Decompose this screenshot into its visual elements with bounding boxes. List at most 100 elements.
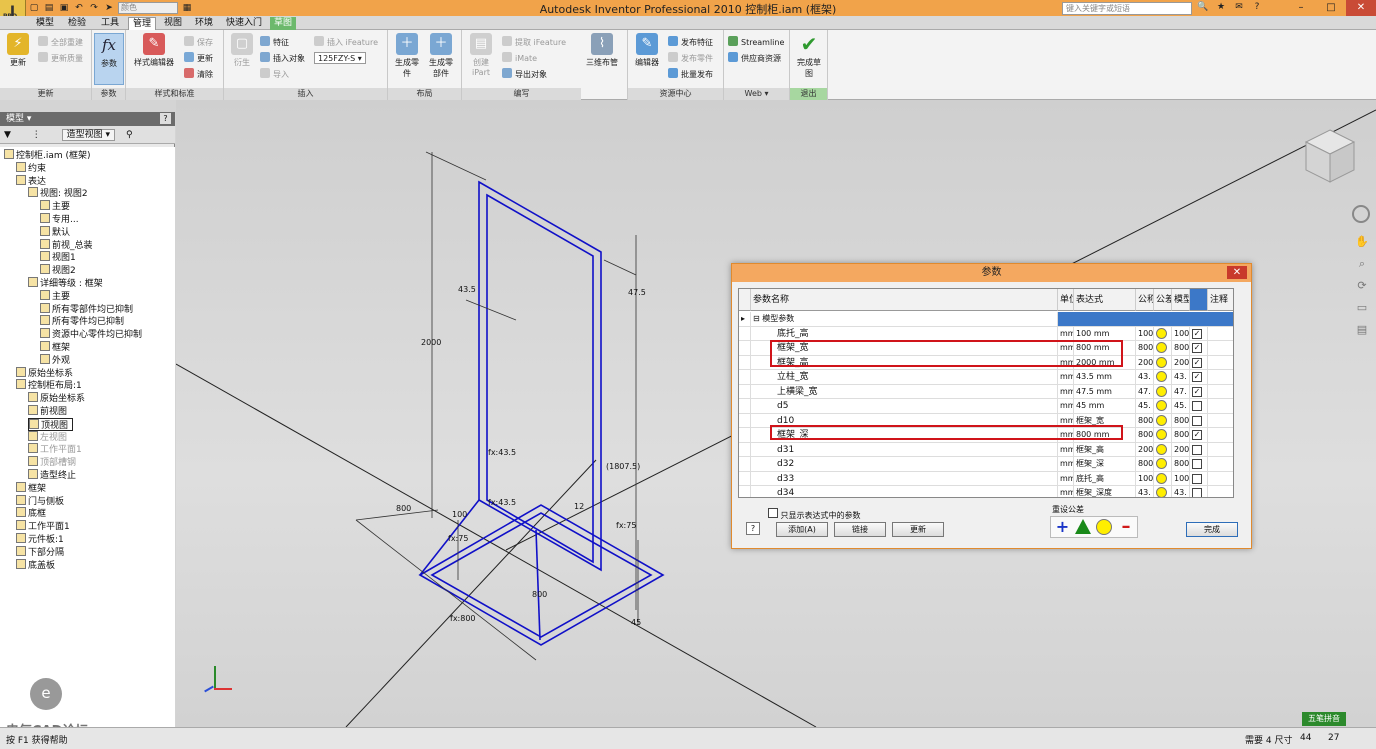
find-icon[interactable]: ⚲ (126, 130, 133, 140)
parameter-row[interactable]: 立柱_宽mm43.5 mm43.43.✓ (739, 370, 1233, 385)
star-icon[interactable]: ★ (1214, 1, 1228, 14)
tree-node[interactable]: 主要 (40, 289, 70, 303)
lower-tolerance-icon[interactable]: – (1117, 518, 1135, 536)
tree-node[interactable]: 主要 (40, 200, 70, 213)
parameter-expression-cell[interactable]: 框架_深 (1074, 457, 1136, 471)
nominal-tolerance-icon[interactable] (1156, 327, 1167, 339)
tree-node[interactable]: 控制柜布局:1 (16, 379, 82, 392)
parameter-row[interactable]: d33mm底托_高100100 (739, 471, 1233, 486)
parameter-row[interactable]: 上横梁_宽mm47.5 mm47.47.✓ (739, 384, 1233, 399)
zoom-icon[interactable]: ⌕ (1352, 253, 1372, 275)
dim-label[interactable]: fx:75 (448, 534, 468, 543)
update-style-button[interactable]: 更新 (184, 52, 213, 64)
median-tolerance-icon[interactable] (1075, 519, 1091, 534)
search-input[interactable]: 键入关键字或短语 (1062, 2, 1192, 15)
dim-label[interactable]: 12 (574, 502, 584, 511)
color-combo[interactable]: 颜色 (118, 2, 178, 14)
nominal-tolerance-icon[interactable] (1156, 400, 1167, 411)
tree-node[interactable]: 专用... (40, 213, 79, 226)
look-at-icon[interactable]: ▭ (1352, 297, 1372, 319)
undo-icon[interactable]: ↶ (73, 2, 85, 14)
tab-manage[interactable]: 管理 (128, 17, 157, 30)
export-checkbox[interactable] (1192, 488, 1202, 497)
parameter-comment-cell[interactable] (1208, 341, 1233, 355)
parameter-comment-cell[interactable] (1208, 443, 1233, 457)
nominal-tolerance-icon[interactable] (1156, 385, 1167, 397)
parameter-comment-cell[interactable] (1208, 385, 1233, 399)
filter-checkbox[interactable]: 只显示表达式中的参数 (768, 506, 861, 521)
view-icon[interactable]: ▤ (1352, 319, 1372, 341)
3d-routing-button[interactable]: ⌇ 三维布管 (582, 33, 622, 68)
parameter-comment-cell[interactable] (1208, 370, 1233, 384)
parameter-comment-cell[interactable] (1208, 399, 1233, 413)
export-checkbox[interactable]: ✓ (1192, 357, 1202, 368)
new-icon[interactable]: ▢ (28, 2, 40, 14)
supplier-content-button[interactable]: 供应商资源 (728, 52, 781, 64)
tree-node[interactable]: 门与侧板 (16, 494, 64, 508)
dim-label[interactable]: 2000 (421, 338, 441, 347)
browser-help-icon[interactable]: ? (160, 113, 171, 124)
parameter-comment-cell[interactable] (1208, 428, 1233, 442)
tree-node[interactable]: 原始坐标系 (16, 366, 73, 380)
publish-part-button[interactable]: 发布零件 (668, 52, 713, 64)
imate-button[interactable]: iMate (502, 52, 537, 64)
upper-tolerance-icon[interactable]: + (1054, 519, 1071, 536)
tree-node[interactable]: 框架 (16, 481, 46, 495)
col-header-nominal[interactable]: 公称 (1136, 289, 1154, 311)
comm-icon[interactable]: ✉ (1232, 1, 1246, 14)
nominal-tolerance-icon[interactable] (1156, 414, 1167, 426)
dim-label[interactable]: fx:75 (616, 521, 636, 530)
view-combo[interactable]: 造型视图 ▾ (61, 129, 116, 141)
tab-environments[interactable]: 环境 (191, 17, 217, 30)
insert-ifeature-button[interactable]: 插入 iFeature (314, 36, 378, 48)
tree-node[interactable]: 顶视图 (28, 417, 74, 431)
dim-label[interactable]: fx:43.5 (488, 448, 516, 457)
pan-icon[interactable]: ✋ (1352, 231, 1372, 253)
nominal-tolerance-icon[interactable] (1156, 356, 1167, 368)
rebuild-all-button[interactable]: 全部重建 (38, 36, 83, 48)
export-checkbox[interactable] (1192, 401, 1202, 411)
update-button[interactable]: 更新 (892, 522, 944, 537)
cc-editor-button[interactable]: ✎ 编辑器 (632, 33, 662, 68)
tab-extra[interactable] (312, 17, 326, 30)
export-object-button[interactable]: 导出对象 (502, 68, 547, 80)
export-checkbox[interactable]: ✓ (1192, 430, 1202, 440)
parameters-button[interactable]: fx 参数 (94, 33, 124, 85)
parameter-expression-cell[interactable]: 底托_高 (1074, 471, 1136, 486)
parameter-comment-cell[interactable] (1208, 457, 1233, 471)
streamline-button[interactable]: Streamline (728, 36, 784, 48)
ifeature-combo[interactable]: 125FZY-S ▾ (314, 52, 366, 64)
parameter-row[interactable]: d31mm框架_高200200 (739, 442, 1233, 457)
viewcube[interactable] (1304, 128, 1356, 184)
done-button[interactable]: 完成 (1186, 522, 1238, 537)
maximize-icon[interactable]: □ (1316, 0, 1346, 16)
tree-node[interactable]: 视图: 视图2 (28, 187, 88, 200)
nominal-tolerance-icon[interactable] (1156, 429, 1167, 440)
tree-node[interactable]: 底框 (16, 507, 46, 520)
ime-badge[interactable]: 五笔拼音 (1302, 712, 1346, 726)
parameter-comment-cell[interactable] (1208, 327, 1233, 341)
parameter-expression-cell[interactable]: 45 mm (1074, 399, 1136, 413)
filter-icon[interactable]: ▼ (4, 130, 11, 140)
binoculars-icon[interactable]: 🔍 (1196, 1, 1210, 14)
create-ipart-button[interactable]: ▤ 创建 iPart (466, 33, 496, 77)
nominal-tolerance-icon[interactable] (1156, 371, 1167, 382)
tree-node[interactable]: 底盖板 (16, 558, 55, 572)
derive-button[interactable]: ▢ 衍生 (227, 33, 257, 68)
parameter-row[interactable]: d5mm45 mm45.45. (739, 399, 1233, 414)
col-header-unit[interactable]: 单位 (1058, 289, 1074, 311)
parameter-expression-cell[interactable]: 47.5 mm (1074, 384, 1136, 399)
tree-node[interactable]: 顶部槽钢 (28, 456, 76, 469)
dim-label[interactable]: 800 (532, 590, 547, 599)
parameter-comment-cell[interactable] (1208, 414, 1233, 428)
tree-node[interactable]: 前视图 (28, 405, 67, 418)
purge-style-button[interactable]: 清除 (184, 68, 213, 80)
group-row-model-params[interactable]: ▸ ⊟ 模型参数 (739, 312, 1233, 327)
tree-node[interactable]: 前视_总装 (40, 238, 93, 252)
export-checkbox[interactable] (1192, 459, 1202, 469)
tree-node[interactable]: 所有零件均已抑制 (40, 315, 124, 328)
tab-tools[interactable]: 工具 (97, 17, 123, 30)
tree-node[interactable]: 视图1 (40, 251, 76, 264)
filter-checkbox-box[interactable] (768, 508, 778, 518)
parameter-comment-cell[interactable] (1208, 486, 1233, 497)
